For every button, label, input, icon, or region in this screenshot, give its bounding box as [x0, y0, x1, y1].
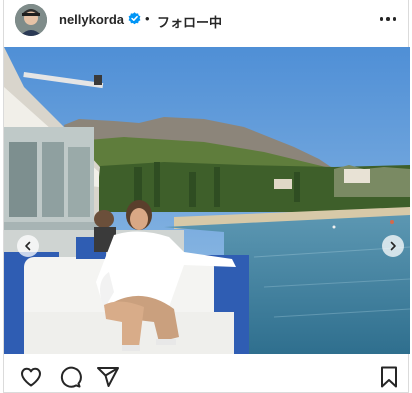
paper-plane-icon	[97, 367, 119, 387]
more-options-icon[interactable]	[377, 8, 399, 30]
carousel-next-button[interactable]	[382, 235, 404, 257]
comment-button[interactable]	[57, 364, 83, 390]
verified-badge-icon	[128, 12, 141, 25]
chevron-right-icon	[390, 241, 396, 251]
post-header: nellykorda • フォロー中	[4, 0, 410, 44]
heart-icon	[21, 367, 41, 387]
avatar[interactable]	[15, 4, 47, 36]
post-actions	[4, 364, 410, 393]
video-frame	[4, 47, 410, 354]
username[interactable]: nellykorda	[59, 12, 124, 27]
bookmark-icon	[381, 366, 397, 388]
carousel-prev-button[interactable]	[17, 235, 39, 257]
avatar-image	[15, 4, 47, 36]
following-button[interactable]: フォロー中	[157, 12, 222, 31]
share-button[interactable]	[95, 364, 121, 390]
chevron-left-icon	[25, 241, 31, 251]
post-media[interactable]	[4, 47, 410, 354]
like-button[interactable]	[18, 364, 44, 390]
save-button[interactable]	[376, 364, 402, 390]
comment-bubble-icon	[60, 366, 82, 388]
separator-dot: •	[145, 11, 150, 26]
post-card: nellykorda • フォロー中	[3, 0, 410, 393]
